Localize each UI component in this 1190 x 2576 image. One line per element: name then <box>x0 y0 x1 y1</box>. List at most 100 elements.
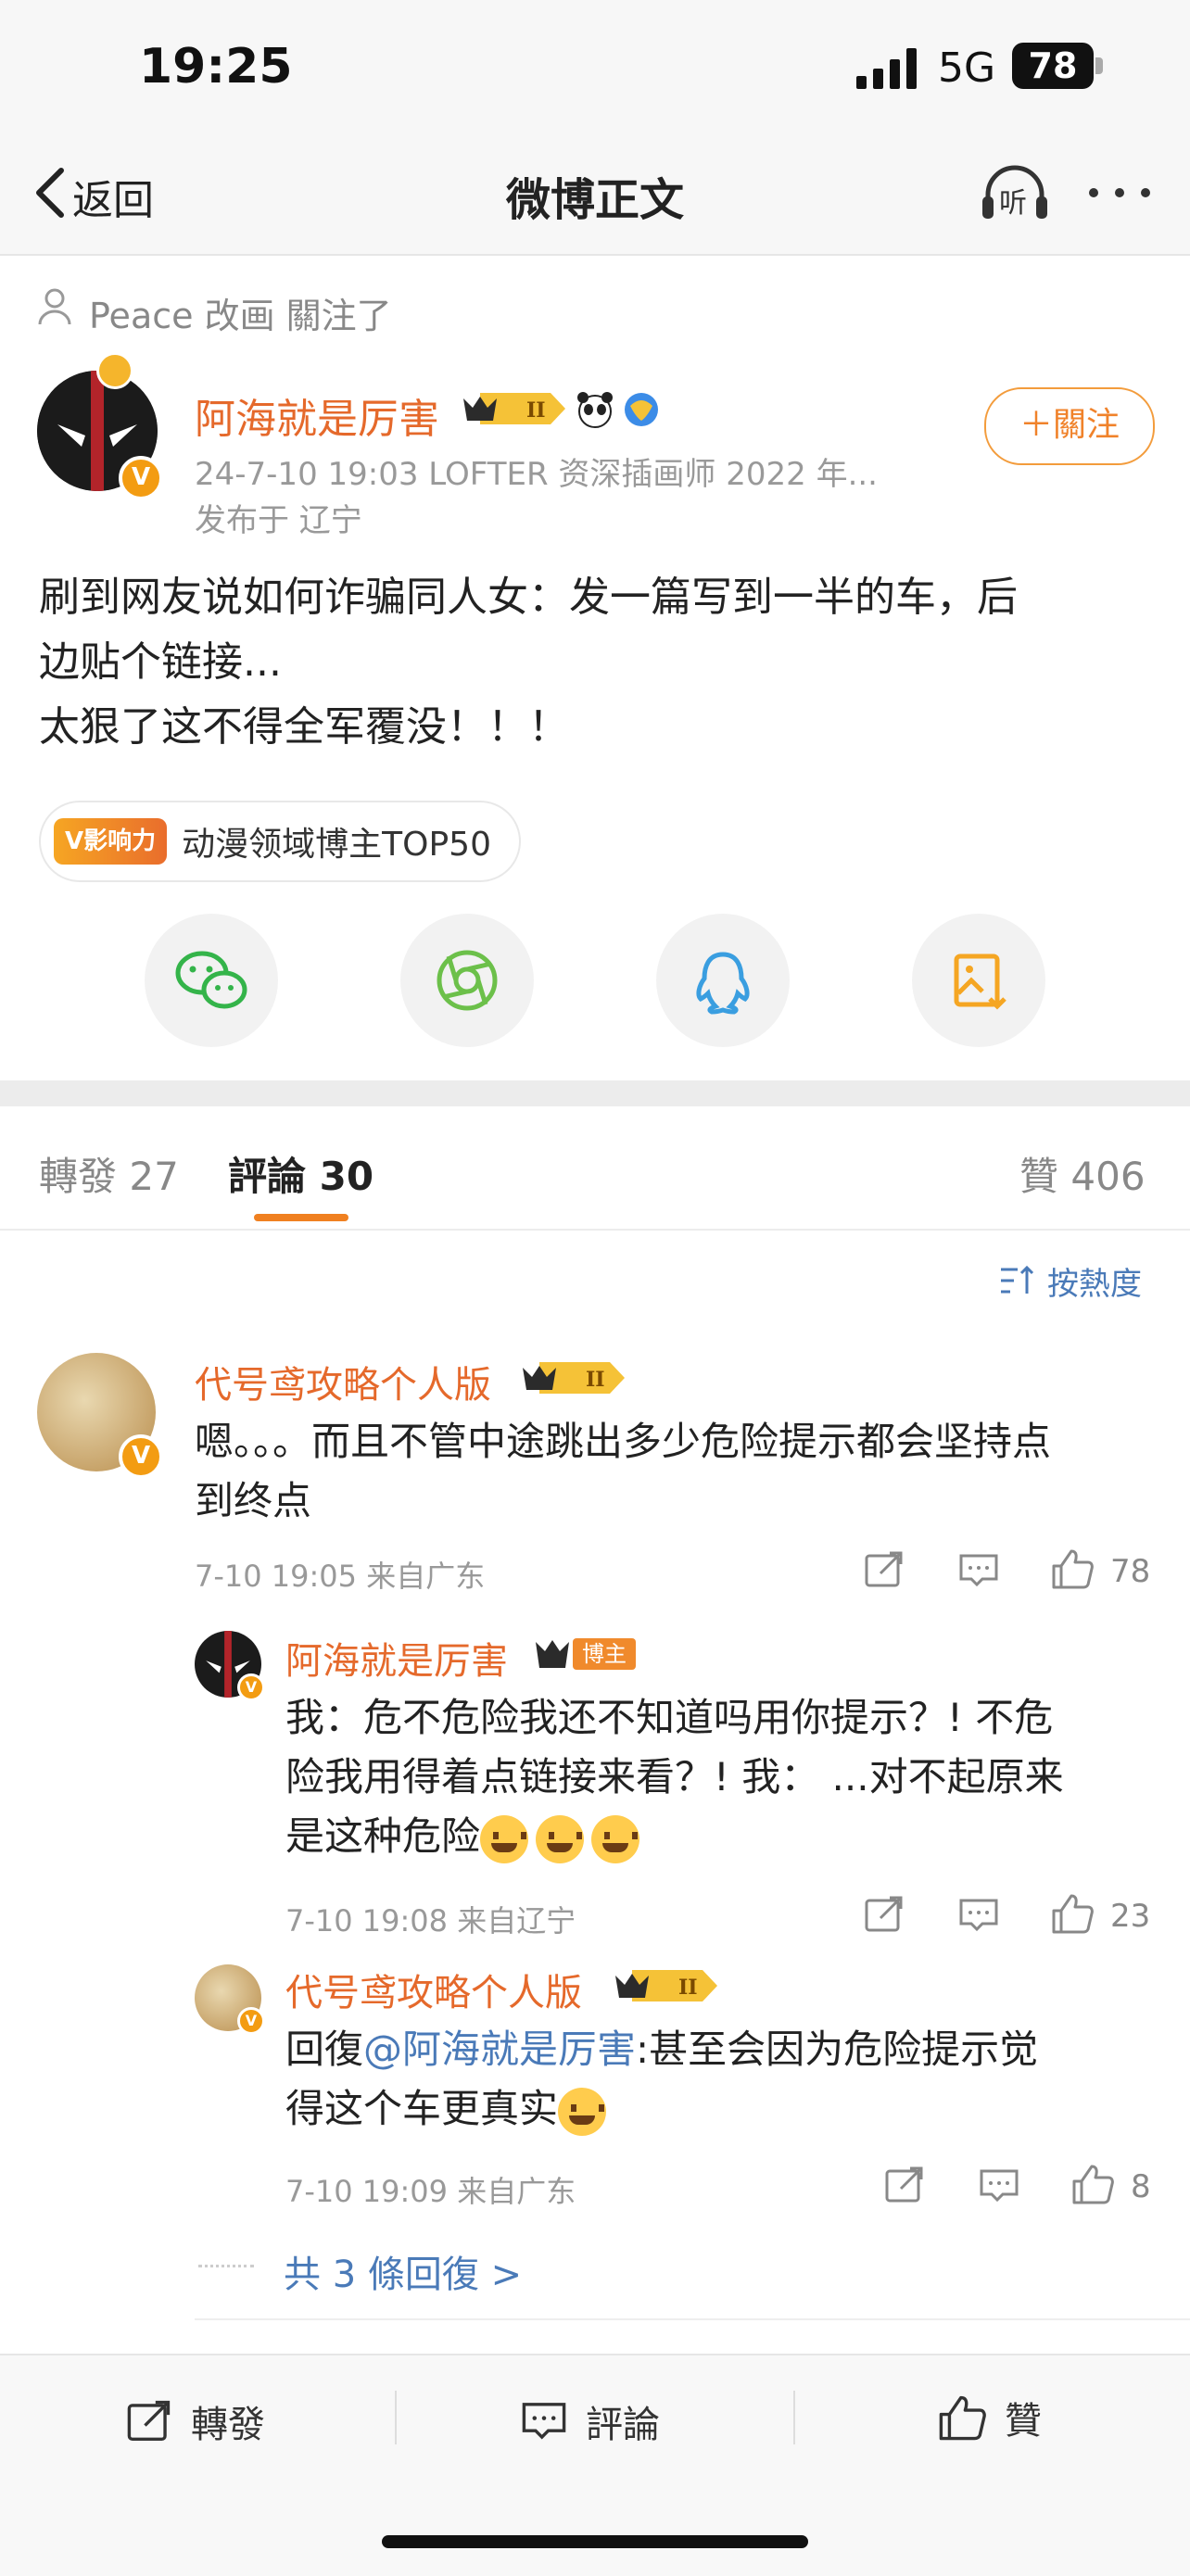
influence-badge: V影响力 <box>54 818 168 865</box>
bottom-like-label: 贊 <box>1005 2400 1042 2443</box>
post-text-line: 边贴个链接... <box>39 638 282 686</box>
bottom-separator <box>395 2391 397 2444</box>
qq-penguin-icon <box>696 952 750 1015</box>
reply-author-name[interactable]: 代号鸢攻略个人版 <box>285 1963 582 2016</box>
repost-icon[interactable] <box>884 2166 925 2203</box>
wechat-icon <box>175 951 247 1009</box>
repost-icon[interactable] <box>864 1896 905 1933</box>
crown-icon <box>536 1640 569 1668</box>
reply-author-name[interactable]: 阿海就是厉害 <box>285 1631 508 1685</box>
reply-text-line: 得这个车更真实 <box>285 2086 559 2131</box>
bottom-separator <box>793 2391 795 2444</box>
tab-comment-label: 評論 <box>228 1154 307 1199</box>
globe-badge-icon <box>625 393 658 426</box>
post-text-line: 太狠了这不得全军覆没！！！ <box>39 703 569 751</box>
comment-divider <box>195 2318 1190 2320</box>
like-thumb-icon[interactable] <box>1051 1892 1094 1935</box>
panda-icon <box>577 392 613 428</box>
crying-emoji-icon <box>536 1814 585 1863</box>
tab-repost-count: 27 <box>129 1154 179 1199</box>
network-type: 5G <box>938 44 996 92</box>
bottom-like-button[interactable]: 贊 <box>938 2391 1042 2444</box>
battery-indicator: 78 <box>1012 43 1094 89</box>
commenter-name[interactable]: 代号鸢攻略个人版 <box>195 1355 491 1408</box>
like-thumb-icon[interactable] <box>1051 1547 1094 1590</box>
dotted-connector <box>198 2265 254 2267</box>
influence-tag[interactable]: V影响力 动漫领域博主TOP50 <box>39 801 521 882</box>
comment-meta: 7-10 19:05 来自广东 <box>195 1559 486 1594</box>
member-crown-badge-icon: II <box>615 1970 717 2001</box>
influence-tag-text: 动漫领域博主TOP50 <box>182 826 491 864</box>
repost-icon[interactable] <box>864 1551 905 1588</box>
svg-text:II: II <box>586 1368 605 1392</box>
follow-button[interactable]: ＋關注 <box>984 387 1155 465</box>
listen-button[interactable]: 听 <box>981 163 1049 224</box>
more-options-icon[interactable] <box>1086 182 1153 204</box>
person-icon <box>38 288 71 325</box>
reply-text-line: :甚至会因为危险提示觉 <box>636 2027 1039 2072</box>
moments-aperture-icon <box>437 950 498 1011</box>
comment-text-line: 到终点 <box>195 1478 312 1523</box>
svg-text:II: II <box>526 398 546 423</box>
section-divider <box>0 1080 1190 1106</box>
bottom-comment-button[interactable]: 評論 <box>521 2394 660 2448</box>
decoration-badge-icon <box>96 352 133 389</box>
tab-repost[interactable]: 轉發 27 <box>39 1145 179 1202</box>
reply-like-count: 8 <box>1131 2168 1151 2205</box>
member-crown-badge-icon: II <box>463 393 565 424</box>
comment-text: 嗯。。。而且不管中途跳出多少危险提示都会坚持点 到终点 <box>195 1412 1158 1531</box>
comment-like-count: 78 <box>1110 1553 1151 1590</box>
comment-icon[interactable] <box>958 1898 999 1933</box>
post-text-line: 刷到网友说如何诈骗同人女：发一篇写到一半的车，后 <box>39 574 1018 621</box>
verified-v-icon: V <box>119 456 163 500</box>
blogger-badge-label: 博主 <box>573 1638 636 1670</box>
comment-icon <box>522 2403 566 2440</box>
comment-text-line: 嗯。。。而且不管中途跳出多少危险提示都会坚持点 <box>195 1419 1052 1464</box>
bottom-repost-button[interactable]: 轉發 <box>126 2394 265 2448</box>
verified-v-icon: V <box>119 1434 163 1479</box>
battery-tip <box>1095 57 1103 74</box>
svg-text:II: II <box>678 1976 698 2000</box>
listen-label: 听 <box>999 187 1027 220</box>
tab-like-label: 贊 <box>1019 1154 1059 1199</box>
view-more-replies-link[interactable]: 共 3 條回復 > <box>284 2244 522 2298</box>
reply-meta: 7-10 19:09 来自广东 <box>285 2174 576 2209</box>
like-thumb-icon <box>939 2395 986 2441</box>
repost-icon <box>127 2400 171 2442</box>
crying-emoji-icon <box>558 2087 607 2136</box>
verified-v-icon: V <box>237 2007 265 2035</box>
tab-comment-count: 30 <box>319 1154 374 1199</box>
mention-link[interactable]: @阿海就是厉害 <box>363 2027 636 2072</box>
signal-icon <box>856 48 917 89</box>
tabs-divider <box>0 1229 1190 1231</box>
reply-like-count: 23 <box>1110 1898 1151 1935</box>
verified-v-icon: V <box>237 1673 265 1701</box>
sort-by-hot-button[interactable]: 按熱度 <box>1047 1258 1142 1304</box>
reply-prefix: 回復 <box>285 2027 364 2072</box>
author-name[interactable]: 阿海就是厉害 <box>195 385 439 445</box>
reply-meta: 7-10 19:08 来自辽宁 <box>285 1903 576 1938</box>
blogger-badge: 博主 <box>532 1633 636 1673</box>
reply-text: 回復@阿海就是厉害:甚至会因为危险提示觉 得这个车更真实 <box>285 2020 1166 2139</box>
share-moments-button[interactable] <box>400 914 534 1047</box>
share-qq-button[interactable] <box>656 914 790 1047</box>
reply-text: 我：危不危险我还不知道吗用你提示？! 不危 险我用得着点链接来看？! 我： ..… <box>285 1688 1166 1866</box>
tab-like[interactable]: 贊 406 <box>1019 1145 1146 1202</box>
like-thumb-icon[interactable] <box>1071 2163 1114 2205</box>
home-indicator[interactable] <box>382 2535 808 2548</box>
tab-like-count: 406 <box>1070 1154 1146 1199</box>
save-image-button[interactable] <box>912 914 1045 1047</box>
bottom-comment-label: 評論 <box>586 2404 660 2446</box>
share-wechat-button[interactable] <box>145 914 278 1047</box>
crying-emoji-icon <box>480 1814 529 1863</box>
comment-icon[interactable] <box>958 1553 999 1588</box>
tab-repost-label: 轉發 <box>39 1154 118 1199</box>
reply-text-line: 是这种危险 <box>285 1813 481 1859</box>
comment-icon[interactable] <box>979 2168 1019 2203</box>
crying-emoji-icon <box>591 1814 640 1863</box>
reply-text-line: 险我用得着点链接来看？! 我： ...对不起原来 <box>285 1754 1064 1799</box>
reply-text-line: 我：危不危险我还不知道吗用你提示？! 不危 <box>285 1695 1054 1740</box>
sort-icon[interactable] <box>999 1264 1036 1297</box>
tab-comment[interactable]: 評論 30 <box>228 1145 373 1202</box>
member-crown-badge-icon: II <box>523 1362 625 1394</box>
